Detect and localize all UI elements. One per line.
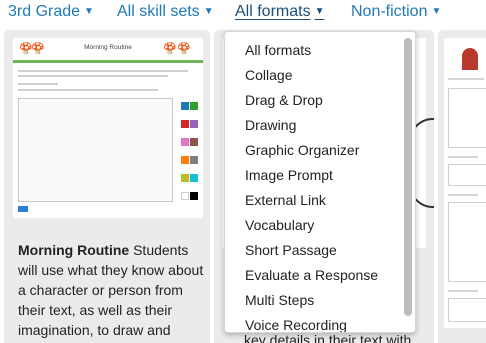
chevron-down-icon: ▼ xyxy=(314,6,325,17)
thumbnail-text-line xyxy=(448,156,478,158)
thumbnail-box xyxy=(448,202,486,282)
skill-set-filter-label: All skill sets xyxy=(117,3,200,20)
grade-filter[interactable]: 3rd Grade ▼ xyxy=(8,3,94,21)
activity-description-fragment: key details in their text with xyxy=(244,332,412,343)
dropdown-scrollbar-thumb[interactable] xyxy=(404,38,412,316)
thumbnail-text-line xyxy=(448,78,484,80)
thumbnail-text-line xyxy=(448,290,478,292)
activity-thumbnail[interactable] xyxy=(444,38,486,328)
drawing-canvas-preview xyxy=(18,98,173,202)
format-option-vocabulary[interactable]: Vocabulary xyxy=(245,217,314,233)
color-palette xyxy=(181,98,201,206)
barn-icon xyxy=(462,48,478,70)
dropdown-scrollbar[interactable] xyxy=(404,36,412,330)
chevron-down-icon: ▼ xyxy=(431,6,442,17)
genre-filter-label: Non-fiction xyxy=(351,3,428,20)
thumbnail-box xyxy=(448,298,486,322)
activity-card[interactable] xyxy=(438,30,486,343)
format-option-image-prompt[interactable]: Image Prompt xyxy=(245,167,333,183)
activity-description: Morning Routine Students will use what t… xyxy=(18,240,204,343)
format-option-collage[interactable]: Collage xyxy=(245,67,292,83)
submit-button-preview xyxy=(18,206,28,212)
format-filter-label: All formats xyxy=(235,3,311,20)
format-option-evaluate-response[interactable]: Evaluate a Response xyxy=(245,267,378,283)
format-option-external-link[interactable]: External Link xyxy=(245,192,326,208)
format-option-voice-recording[interactable]: Voice Recording xyxy=(245,317,347,332)
thumbnail-box xyxy=(448,88,486,148)
chevron-down-icon: ▼ xyxy=(84,6,94,17)
format-option-multi-steps[interactable]: Multi Steps xyxy=(245,292,314,308)
thumbnail-text-line xyxy=(18,83,58,85)
filter-bar: 3rd Grade ▼ All skill sets ▼ All formats ▼ … xyxy=(0,0,486,28)
format-option-drawing[interactable]: Drawing xyxy=(245,117,296,133)
format-option-graphic-organizer[interactable]: Graphic Organizer xyxy=(245,142,359,158)
format-dropdown-menu[interactable]: All formats Collage Drag & Drop Drawing … xyxy=(224,31,416,333)
genre-filter[interactable]: Non-fiction ▼ xyxy=(351,3,441,21)
format-filter[interactable]: All formats ▼ xyxy=(235,3,324,21)
skill-set-filter[interactable]: All skill sets ▼ xyxy=(117,3,214,21)
thumbnail-box xyxy=(448,164,486,186)
grass-divider xyxy=(13,60,203,63)
format-option-all-formats[interactable]: All formats xyxy=(245,42,311,58)
format-option-short-passage[interactable]: Short Passage xyxy=(245,242,337,258)
thumbnail-text-line xyxy=(18,75,168,77)
thumbnail-title: Morning Routine xyxy=(84,44,132,51)
thumbnail-text-line xyxy=(18,70,188,72)
format-option-drag-drop[interactable]: Drag & Drop xyxy=(245,92,323,108)
thumbnail-text-line xyxy=(18,89,158,91)
activity-thumbnail[interactable]: 🍄 🍄 🍄 🍄 Morning Routine xyxy=(13,38,203,218)
activity-title: Morning Routine xyxy=(18,242,130,258)
activity-card-morning-routine[interactable]: 🍄 🍄 🍄 🍄 Morning Routine Morning Routine … xyxy=(4,30,210,343)
thumbnail-text-line xyxy=(448,194,478,196)
chevron-down-icon: ▼ xyxy=(203,6,214,17)
grade-filter-label: 3rd Grade xyxy=(8,3,81,20)
